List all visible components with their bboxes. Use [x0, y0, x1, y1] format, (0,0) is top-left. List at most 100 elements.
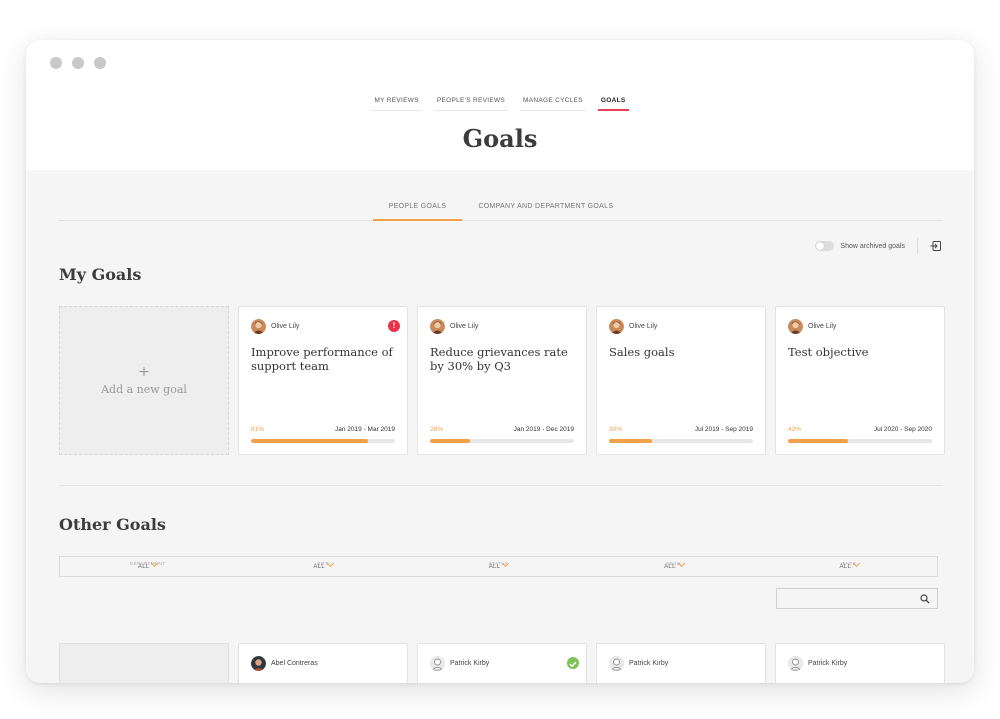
goal-owner-name: Patrick Kirby [450, 660, 490, 667]
goal-progress-fill [788, 439, 849, 443]
exit-icon[interactable] [930, 240, 942, 252]
my-goals-title: My Goals [59, 265, 142, 284]
filter-status[interactable]: STATUS ALL [411, 557, 586, 576]
goal-owner: Patrick Kirby [788, 656, 847, 671]
goal-progress-fill [609, 439, 653, 443]
goal-dates: Jul 2019 - Sep 2019 [694, 426, 753, 433]
avatar [788, 319, 803, 334]
goal-progress-row: 28% Jan 2019 - Dec 2019 [430, 426, 574, 433]
goal-progress-row: 30% Jul 2019 - Sep 2019 [609, 426, 753, 433]
goal-card[interactable]: Patrick Kirby [417, 643, 587, 683]
goal-card[interactable]: Olive Lily Reduce grievances rate by 30%… [417, 306, 587, 455]
archived-toggle[interactable] [815, 241, 835, 251]
sub-tabs: PEOPLE GOALS COMPANY AND DEPARTMENT GOAL… [59, 203, 943, 221]
window-dot-close[interactable] [50, 57, 62, 69]
page-title: Goals [462, 124, 538, 153]
placeholder-card [59, 643, 229, 683]
plus-icon: + [138, 364, 150, 380]
goal-owner-name: Olive Lily [450, 323, 479, 330]
goal-progress-fill [251, 439, 368, 443]
nav-manage-cycles[interactable]: MANAGE CYCLES [520, 97, 586, 111]
goal-card[interactable]: Patrick Kirby [596, 643, 766, 683]
avatar [251, 656, 266, 671]
add-goal-label: Add a new goal [101, 383, 187, 396]
section-divider [59, 485, 943, 486]
my-goals-cards: + Add a new goal Olive Lily ! Improve pe… [59, 306, 945, 455]
goal-progress-bar [430, 439, 574, 443]
other-goals-title: Other Goals [59, 515, 166, 534]
goal-owner-name: Olive Lily [271, 323, 300, 330]
add-goal-card[interactable]: + Add a new goal [59, 306, 229, 455]
goal-card[interactable]: Olive Lily Test objective 42% Jul 2020 -… [775, 306, 945, 455]
archived-toggle-label: Show archived goals [840, 242, 905, 250]
goal-owner-name: Olive Lily [808, 323, 837, 330]
goal-card[interactable]: Abel Contreras [238, 643, 408, 683]
goal-progress-fill [430, 439, 471, 443]
goal-owner-name: Abel Contreras [271, 660, 318, 667]
goal-percent: 81% [251, 426, 265, 433]
filter-team[interactable]: TEAM ALL [586, 557, 761, 576]
tab-company-department-goals[interactable]: COMPANY AND DEPARTMENT GOALS [462, 203, 629, 221]
goal-percent: 28% [430, 426, 444, 433]
window-dot-maximize[interactable] [94, 57, 106, 69]
avatar [251, 319, 266, 334]
filter-bar: DEPARTMENT ALL SITE ALL STATUS ALL TEAM … [59, 556, 938, 577]
goal-card[interactable]: Olive Lily Sales goals 30% Jul 2019 - Se… [596, 306, 766, 455]
goal-progress-bar [609, 439, 753, 443]
goal-title: Reduce grievances rate by 30% by Q3 [430, 345, 568, 373]
tab-people-goals[interactable]: PEOPLE GOALS [372, 203, 463, 221]
search-icon[interactable] [920, 594, 930, 604]
avatar [430, 656, 445, 671]
goal-progress-bar [251, 439, 395, 443]
nav-peoples-reviews[interactable]: PEOPLE'S REVIEWS [433, 97, 509, 111]
alert-icon: ! [388, 320, 400, 332]
filter-site[interactable]: SITE ALL [235, 557, 410, 576]
check-icon [567, 657, 579, 669]
filter-value: ALL [137, 564, 150, 570]
window-controls [50, 57, 106, 69]
nav-my-reviews[interactable]: MY REVIEWS [371, 97, 422, 111]
filter-value: ALL [313, 564, 325, 570]
filter-value: ALL [488, 564, 501, 570]
goal-owner-name: Olive Lily [629, 323, 658, 330]
goal-dates: Jul 2020 - Sep 2020 [873, 426, 932, 433]
filter-value: ALL [664, 564, 676, 570]
search-input[interactable] [776, 588, 938, 609]
goal-title: Sales goals [609, 345, 675, 359]
goal-owner-name: Patrick Kirby [808, 660, 848, 667]
main-content: PEOPLE GOALS COMPANY AND DEPARTMENT GOAL… [26, 170, 974, 683]
goal-percent: 42% [788, 426, 802, 433]
goal-owner: Olive Lily [788, 319, 836, 334]
goal-owner: Olive Lily [251, 319, 299, 334]
other-goals-cards: Abel Contreras Patrick Kirby Patrick Kir… [59, 643, 945, 683]
goal-owner: Olive Lily [609, 319, 657, 334]
filter-department[interactable]: DEPARTMENT ALL [60, 557, 235, 576]
avatar [788, 656, 803, 671]
goal-owner: Abel Contreras [251, 656, 318, 671]
goal-percent: 30% [609, 426, 623, 433]
archived-toggle-row: Show archived goals [815, 238, 942, 254]
avatar [609, 319, 624, 334]
goal-progress-bar [788, 439, 932, 443]
filter-value: ALL [839, 564, 852, 570]
goal-owner: Patrick Kirby [609, 656, 668, 671]
goal-title: Improve performance of support team [251, 345, 393, 373]
divider [917, 238, 918, 254]
window-dot-minimize[interactable] [72, 57, 84, 69]
goal-owner: Patrick Kirby [430, 656, 489, 671]
goal-progress-row: 81% Jan 2019 - Mar 2019 [251, 426, 395, 433]
filter-tags[interactable]: TAGS ALL [762, 557, 937, 576]
goal-progress-row: 42% Jul 2020 - Sep 2020 [788, 426, 932, 433]
avatar [609, 656, 624, 671]
avatar [430, 319, 445, 334]
goal-dates: Jan 2019 - Dec 2019 [513, 426, 574, 433]
goal-title: Test objective [788, 345, 869, 359]
goal-card[interactable]: Olive Lily ! Improve performance of supp… [238, 306, 408, 455]
goal-dates: Jan 2019 - Mar 2019 [335, 426, 395, 433]
top-nav: MY REVIEWS PEOPLE'S REVIEWS MANAGE CYCLE… [26, 97, 974, 111]
goal-owner-name: Patrick Kirby [629, 660, 669, 667]
nav-goals[interactable]: GOALS [597, 97, 629, 111]
goal-card[interactable]: Patrick Kirby [775, 643, 945, 683]
app-window: MY REVIEWS PEOPLE'S REVIEWS MANAGE CYCLE… [26, 40, 974, 683]
goal-owner: Olive Lily [430, 319, 478, 334]
